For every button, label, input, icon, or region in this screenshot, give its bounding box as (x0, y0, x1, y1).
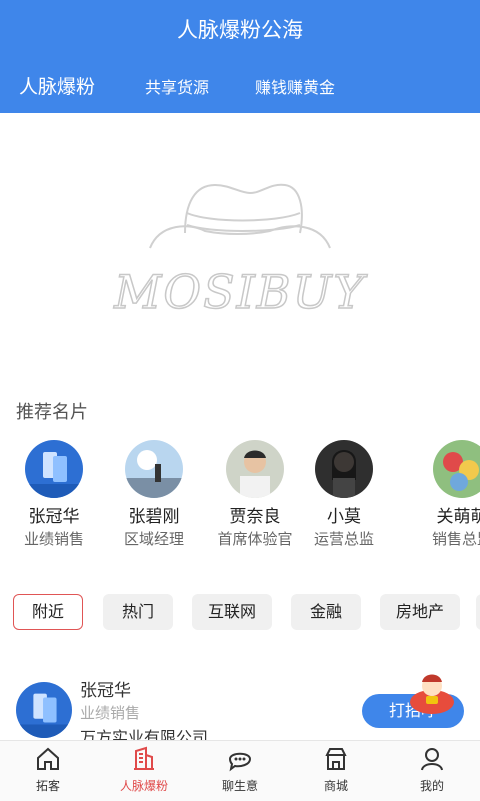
sky-photo-avatar (125, 440, 183, 498)
card-role: 区域经理 (123, 530, 184, 548)
shop-icon (325, 748, 347, 770)
card-item[interactable]: 张冠华 业绩销售 (4, 436, 104, 549)
nav-label: 商城 (323, 779, 348, 793)
card-item[interactable]: 小莫 运营总监 (294, 436, 394, 549)
filter-chip-hot[interactable]: 热门 (103, 594, 173, 630)
card-item[interactable]: 张碧刚 区域经理 (104, 436, 204, 549)
bottom-nav: 拓客 人脉爆粉 聊生意 商城 我的 (0, 740, 480, 801)
home-icon (37, 747, 59, 770)
chat-icon (228, 752, 252, 772)
filter-chip-more[interactable] (476, 594, 480, 630)
mascot-icon (410, 674, 454, 714)
tab-renmai-baofen[interactable]: 人脉爆粉 (19, 72, 95, 99)
nav-item-chat[interactable]: 聊生意 (192, 741, 288, 801)
tab-shared-supply[interactable]: 共享货源 (145, 74, 209, 98)
colorful-photo-avatar (433, 440, 480, 498)
list-item-company: 万方实业有限公司 (80, 728, 209, 740)
woman-photo-avatar (315, 440, 373, 498)
filter-chip-realestate[interactable]: 房地产 (380, 594, 460, 630)
page-title: 人脉爆粉公海 (177, 18, 303, 42)
filter-chip-nearby[interactable]: 附近 (13, 594, 83, 630)
card-item[interactable]: 关萌萌 销售总监 (412, 436, 480, 549)
user-icon (421, 748, 443, 771)
filter-chip-internet[interactable]: 互联网 (192, 594, 272, 630)
card-role: 销售总监 (431, 530, 480, 548)
hat-logo-icon: MOSIBUY (113, 183, 368, 320)
nav-item-renmai[interactable]: 人脉爆粉 (96, 741, 192, 801)
card-item[interactable]: 贾奈良 首席体验官 (205, 436, 305, 549)
building-icon (134, 746, 154, 770)
brand-logo-text: MOSIBUY (113, 265, 368, 319)
card-name: 关萌萌 (436, 507, 480, 527)
card-name: 张碧刚 (128, 507, 180, 527)
man-photo-avatar (226, 440, 284, 498)
nav-label: 聊生意 (221, 779, 258, 793)
nav-item-mine[interactable]: 我的 (384, 741, 480, 801)
card-name: 张冠华 (28, 507, 80, 527)
app-header: 人脉爆粉公海 人脉爆粉 共享货源 赚钱赚黄金 (0, 0, 480, 113)
nav-label: 拓客 (35, 779, 60, 793)
nav-item-tuoke[interactable]: 拓客 (0, 741, 96, 801)
card-role: 运营总监 (313, 530, 374, 548)
nav-label: 人脉爆粉 (119, 779, 168, 793)
section-title-recommended: 推荐名片 (16, 402, 88, 423)
card-role: 业绩销售 (23, 530, 84, 548)
card-role: 首席体验官 (217, 530, 293, 548)
nav-item-shop[interactable]: 商城 (288, 741, 384, 801)
filter-chips: 附近 热门 互联网 金融 房地产 (0, 594, 480, 634)
app-promo-avatar (25, 440, 83, 498)
list-item[interactable]: 张冠华 业绩销售 万方实业有限公司 打招呼 (0, 668, 480, 740)
card-name: 小莫 (327, 507, 361, 527)
list-item-role: 业绩销售 (80, 704, 141, 722)
filter-chip-finance[interactable]: 金融 (291, 594, 361, 630)
list-item-name: 张冠华 (80, 681, 131, 701)
card-name: 贾奈良 (229, 507, 281, 527)
app-promo-avatar (16, 682, 72, 738)
banner[interactable]: MOSIBUY (0, 113, 480, 385)
recommended-cards[interactable]: 张冠华 业绩销售 张碧刚 区域经理 贾奈良 首席体验官 小莫 运营总监 关萌萌 … (0, 436, 480, 551)
tab-earn-gold[interactable]: 赚钱赚黄金 (255, 74, 335, 98)
nav-label: 我的 (419, 779, 444, 793)
